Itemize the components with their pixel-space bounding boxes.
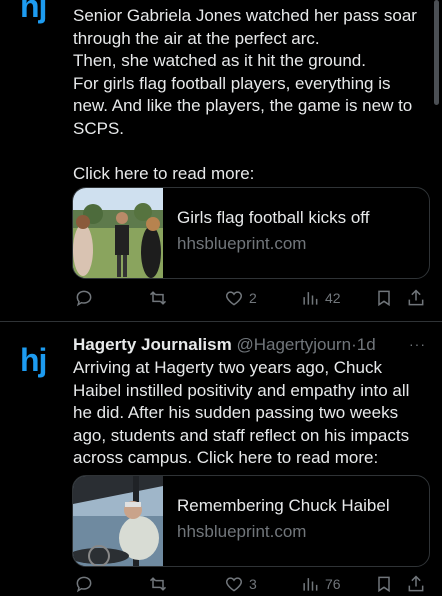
bookmark-icon [378,576,390,593]
share-icon [408,575,424,592]
views-icon [303,292,318,305]
post-header: Hagerty Journalism @Hagertyjourn·1d [73,334,376,356]
like-count: 3 [249,576,257,592]
author-handle[interactable]: @Hagertyjourn [236,335,351,354]
avatar[interactable]: hj [20,340,56,380]
like-button[interactable]: 2 [224,286,257,310]
repost-icon [149,291,167,305]
views-button[interactable]: 42 [300,286,341,310]
views-count: 42 [325,290,341,306]
card-thumbnail-image [73,476,163,566]
card-title: Girls flag football kicks off [177,208,370,227]
reply-icon [76,290,92,307]
post-text: Senior Gabriela Jones watched her pass s… [73,6,417,183]
like-icon [225,291,243,306]
author-name[interactable]: Hagerty Journalism [73,335,232,354]
post-actions: 3 76 [72,572,432,596]
post-1[interactable]: hj Senior Gabriela Jones watched her pas… [0,0,442,321]
reply-icon [76,576,92,593]
views-icon [303,578,318,591]
post-time[interactable]: 1d [357,335,376,354]
share-button[interactable] [406,286,426,310]
like-count: 2 [249,290,257,306]
link-card[interactable]: Remembering Chuck Haibel hhsblueprint.co… [72,475,430,567]
more-options-icon[interactable]: ··· [409,336,426,352]
bookmark-icon [378,290,390,307]
card-domain: hhsblueprint.com [177,522,307,541]
share-icon [408,289,424,306]
link-card[interactable]: Girls flag football kicks off hhsbluepri… [72,187,430,279]
card-domain: hhsblueprint.com [177,234,307,253]
views-button[interactable]: 76 [300,572,341,596]
repost-button[interactable] [148,286,173,310]
share-button[interactable] [406,572,426,596]
repost-button[interactable] [148,572,173,596]
repost-icon [149,577,167,591]
post-2[interactable]: hj Hagerty Journalism @Hagertyjourn·1d ·… [0,321,442,593]
like-button[interactable]: 3 [224,572,257,596]
post-text: Arriving at Hagerty two years ago, Chuck… [73,358,410,467]
card-title: Remembering Chuck Haibel [177,496,390,515]
bookmark-button[interactable] [374,286,394,310]
avatar[interactable]: hj [20,0,56,26]
reply-button[interactable] [74,572,99,596]
like-icon [225,577,243,592]
post-actions: 2 42 [72,286,432,310]
views-count: 76 [325,576,341,592]
bookmark-button[interactable] [374,572,394,596]
card-thumbnail-image [73,188,163,278]
reply-button[interactable] [74,286,99,310]
